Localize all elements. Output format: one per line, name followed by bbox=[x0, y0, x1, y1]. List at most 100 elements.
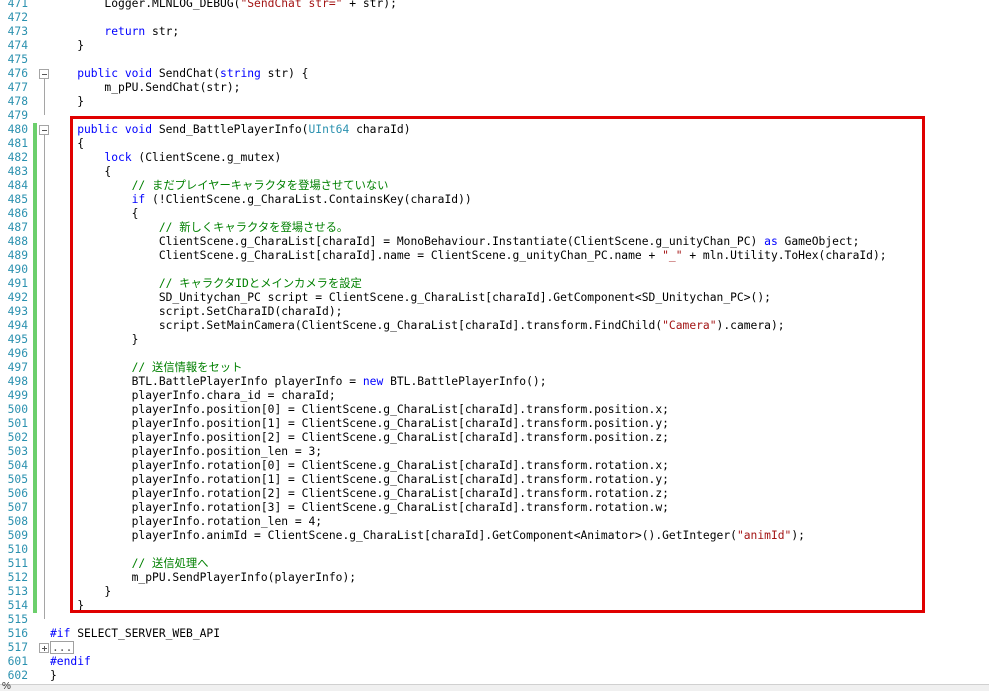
code-text: ClientScene.g_CharaList[charaId].name = … bbox=[50, 249, 887, 263]
code-token: str; bbox=[145, 25, 180, 38]
code-editor[interactable]: 471 Logger.MLNLOG_DEBUG("SendChat str=" … bbox=[0, 0, 989, 684]
code-line[interactable]: 474 } bbox=[0, 39, 989, 53]
code-token: // まだプレイヤーキャラクタを登場させていない bbox=[50, 179, 389, 192]
collapse-icon[interactable] bbox=[39, 69, 49, 79]
code-token: Logger.MLNLOG_DEBUG( bbox=[50, 0, 241, 10]
code-token: public void bbox=[50, 67, 153, 80]
code-token: // キャラクタIDとメインカメラを設定 bbox=[50, 277, 362, 290]
code-line[interactable]: 511 // 送信処理へ bbox=[0, 557, 989, 571]
line-number: 485 bbox=[7, 193, 28, 206]
line-number: 489 bbox=[7, 249, 28, 262]
code-line[interactable]: 508 playerInfo.rotation_len = 4; bbox=[0, 515, 989, 529]
code-line[interactable]: 480 public void Send_BattlePlayerInfo(UI… bbox=[0, 123, 989, 137]
code-line[interactable]: 513 } bbox=[0, 585, 989, 599]
code-text: m_pPU.SendPlayerInfo(playerInfo); bbox=[50, 571, 356, 585]
code-text: playerInfo.rotation[1] = ClientScene.g_C… bbox=[50, 473, 669, 487]
code-line[interactable]: 479 bbox=[0, 109, 989, 123]
code-token: } bbox=[50, 95, 85, 108]
code-line[interactable]: 494 script.SetMainCamera(ClientScene.g_C… bbox=[0, 319, 989, 333]
code-line[interactable]: 507 playerInfo.rotation[3] = ClientScene… bbox=[0, 501, 989, 515]
code-text: playerInfo.position_len = 3; bbox=[50, 445, 322, 459]
code-line[interactable]: 505 playerInfo.rotation[1] = ClientScene… bbox=[0, 473, 989, 487]
code-line[interactable]: 509 playerInfo.animId = ClientScene.g_Ch… bbox=[0, 529, 989, 543]
code-token: { bbox=[50, 207, 139, 220]
code-token: } bbox=[50, 333, 139, 346]
code-token: SendChat( bbox=[152, 67, 221, 80]
collapse-icon[interactable] bbox=[39, 125, 49, 135]
code-line[interactable]: 471 Logger.MLNLOG_DEBUG("SendChat str=" … bbox=[0, 0, 989, 11]
code-line[interactable]: 506 playerInfo.rotation[2] = ClientScene… bbox=[0, 487, 989, 501]
code-line[interactable]: 490 bbox=[0, 263, 989, 277]
line-number: 512 bbox=[7, 571, 28, 584]
code-text: // まだプレイヤーキャラクタを登場させていない bbox=[50, 179, 389, 193]
code-line[interactable]: 491 // キャラクタIDとメインカメラを設定 bbox=[0, 277, 989, 291]
code-line[interactable]: 481 { bbox=[0, 137, 989, 151]
line-number: 514 bbox=[7, 599, 28, 612]
code-line[interactable]: 500 playerInfo.position[0] = ClientScene… bbox=[0, 403, 989, 417]
code-line[interactable]: 602} bbox=[0, 669, 989, 683]
code-text: public void Send_BattlePlayerInfo(UInt64… bbox=[50, 123, 410, 137]
code-line[interactable]: 498 BTL.BattlePlayerInfo playerInfo = ne… bbox=[0, 375, 989, 389]
code-line[interactable]: 484 // まだプレイヤーキャラクタを登場させていない bbox=[0, 179, 989, 193]
code-text: lock (ClientScene.g_mutex) bbox=[50, 151, 281, 165]
code-text: playerInfo.position[0] = ClientScene.g_C… bbox=[50, 403, 669, 417]
code-line[interactable]: 502 playerInfo.position[2] = ClientScene… bbox=[0, 431, 989, 445]
code-line[interactable]: 503 playerInfo.position_len = 3; bbox=[0, 445, 989, 459]
code-line[interactable]: 493 script.SetCharaID(charaId); bbox=[0, 305, 989, 319]
code-token: script.SetCharaID(charaId); bbox=[50, 305, 343, 318]
collapsed-region[interactable]: ... bbox=[50, 641, 75, 654]
code-line[interactable]: 514 } bbox=[0, 599, 989, 613]
code-line[interactable]: 473 return str; bbox=[0, 25, 989, 39]
code-text: script.SetMainCamera(ClientScene.g_Chara… bbox=[50, 319, 785, 333]
code-line[interactable]: 476 public void SendChat(string str) { bbox=[0, 67, 989, 81]
code-line[interactable]: 504 playerInfo.rotation[0] = ClientScene… bbox=[0, 459, 989, 473]
line-number: 487 bbox=[7, 221, 28, 234]
code-token: #endif bbox=[50, 655, 91, 668]
code-token: str) { bbox=[260, 67, 309, 80]
line-number: 492 bbox=[7, 291, 28, 304]
code-line[interactable]: 483 { bbox=[0, 165, 989, 179]
code-line[interactable]: 475 bbox=[0, 53, 989, 67]
code-line[interactable]: 489 ClientScene.g_CharaList[charaId].nam… bbox=[0, 249, 989, 263]
code-line[interactable]: 517... bbox=[0, 641, 989, 655]
code-line[interactable]: 485 if (!ClientScene.g_CharaList.Contain… bbox=[0, 193, 989, 207]
zoom-level[interactable]: % bbox=[2, 681, 11, 692]
code-line[interactable]: 486 { bbox=[0, 207, 989, 221]
line-number: 499 bbox=[7, 389, 28, 402]
code-line[interactable]: 512 m_pPU.SendPlayerInfo(playerInfo); bbox=[0, 571, 989, 585]
code-token: playerInfo.position[2] = ClientScene.g_C… bbox=[50, 431, 669, 444]
code-line[interactable]: 472 bbox=[0, 11, 989, 25]
code-line[interactable]: 496 bbox=[0, 347, 989, 361]
code-line[interactable]: 501 playerInfo.position[1] = ClientScene… bbox=[0, 417, 989, 431]
line-number: 513 bbox=[7, 585, 28, 598]
code-line[interactable]: 495 } bbox=[0, 333, 989, 347]
code-line[interactable]: 510 bbox=[0, 543, 989, 557]
code-token: { bbox=[50, 137, 85, 150]
code-line[interactable]: 492 SD_Unitychan_PC script = ClientScene… bbox=[0, 291, 989, 305]
code-token: "_" bbox=[662, 249, 683, 262]
code-line[interactable]: 499 playerInfo.chara_id = charaId; bbox=[0, 389, 989, 403]
code-line[interactable]: 516 #if SELECT_SERVER_WEB_API bbox=[0, 627, 989, 641]
code-token: playerInfo.rotation[2] = ClientScene.g_C… bbox=[50, 487, 669, 500]
code-line[interactable]: 515 bbox=[0, 613, 989, 627]
line-number: 475 bbox=[7, 53, 28, 66]
code-token: playerInfo.rotation_len = 4; bbox=[50, 515, 323, 528]
line-number: 472 bbox=[7, 11, 28, 24]
code-text: // 送信処理へ bbox=[50, 557, 209, 571]
code-line[interactable]: 478 } bbox=[0, 95, 989, 109]
code-line[interactable]: 482 lock (ClientScene.g_mutex) bbox=[0, 151, 989, 165]
code-line[interactable]: 477 m_pPU.SendChat(str); bbox=[0, 81, 989, 95]
code-token: "Camera" bbox=[662, 319, 717, 332]
expand-icon[interactable] bbox=[39, 643, 49, 653]
code-token: // 送信処理へ bbox=[50, 557, 209, 570]
code-line[interactable]: 601 #endif bbox=[0, 655, 989, 669]
code-token: (!ClientScene.g_CharaList.ContainsKey(ch… bbox=[145, 193, 472, 206]
code-token: lock bbox=[50, 151, 132, 164]
line-number: 471 bbox=[7, 0, 28, 10]
code-line[interactable]: 488 ClientScene.g_CharaList[charaId] = M… bbox=[0, 235, 989, 249]
line-number: 495 bbox=[7, 333, 28, 346]
code-text: } bbox=[50, 333, 139, 347]
code-line[interactable]: 487 // 新しくキャラクタを登場させる。 bbox=[0, 221, 989, 235]
line-number: 483 bbox=[7, 165, 28, 178]
code-line[interactable]: 497 // 送信情報をセット bbox=[0, 361, 989, 375]
